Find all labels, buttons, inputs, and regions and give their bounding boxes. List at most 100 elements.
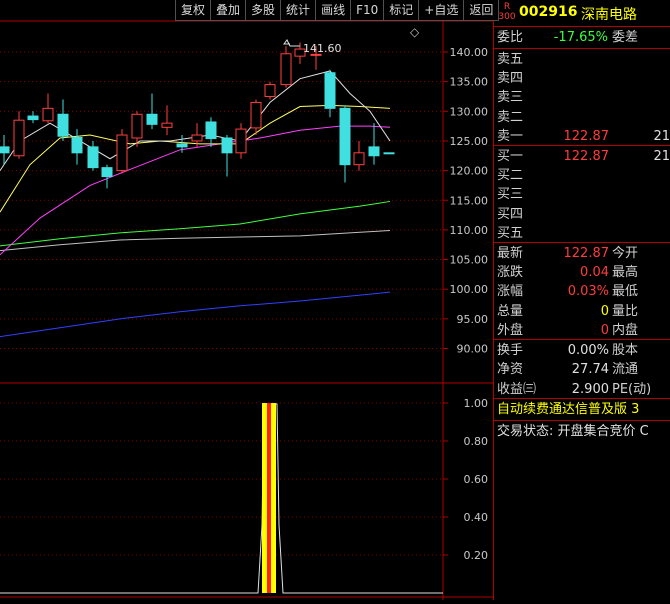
stat-label-2: 量比	[612, 303, 639, 319]
price-axis-label: 110.00	[450, 224, 489, 237]
toolbar-button[interactable]: 标记	[383, 0, 420, 21]
indicator-axis-label: 0.60	[464, 473, 489, 486]
r-badge-letter: R	[503, 2, 511, 12]
stat-label-2: 今开	[612, 246, 639, 261]
ma20-line	[0, 125, 391, 256]
candle-body	[146, 113, 158, 125]
toolbar-button[interactable]: 返回	[463, 0, 500, 21]
order-label: 买三	[497, 187, 524, 203]
candle-body	[131, 113, 143, 139]
order-volume: 21	[653, 128, 670, 144]
price-axis-label: 100.00	[450, 283, 489, 296]
kline-chart[interactable]: 140.00 135.00 130.00 125.00 120.00 115.00 110.…	[0, 0, 493, 600]
fin-label-2: 股本	[612, 343, 639, 358]
order-label: 卖二	[497, 109, 524, 125]
buy-row: 买二	[494, 165, 670, 186]
indicator-axis-label: 1.00	[464, 397, 489, 410]
ticker-text[interactable]: 自动续费通达信普及版 3	[494, 399, 670, 420]
price-axis-label: 135.00	[450, 76, 489, 89]
candle-body	[235, 128, 247, 154]
stat-value: 122.87	[563, 246, 610, 261]
toolbar-button[interactable]: 统计	[280, 0, 317, 21]
toolbar-button[interactable]: 多股	[245, 0, 282, 21]
candle-body	[353, 152, 365, 166]
indicator-axis-label: 0.20	[464, 549, 489, 562]
candle-body	[383, 152, 395, 155]
candle-body	[13, 119, 25, 157]
order-price: 122.87	[563, 149, 610, 164]
ma120-line	[0, 229, 391, 252]
candle-body	[280, 53, 292, 86]
stat-label: 外盘	[497, 322, 524, 338]
candle-body	[27, 115, 39, 121]
stock-name[interactable]: 深南电路	[581, 4, 637, 24]
price-axis-label: 130.00	[450, 105, 489, 118]
candle-body	[250, 101, 262, 129]
candle-body	[191, 134, 203, 142]
candle-body	[161, 122, 173, 128]
buy-row: 买一 122.87 21	[494, 146, 670, 167]
indicator-axis-label: 0.40	[464, 511, 489, 524]
price-axis-label: 140.00	[450, 46, 489, 59]
stat-value: 0.04	[580, 265, 609, 281]
stat-label: 总量	[497, 303, 524, 319]
sell-row: 卖二	[494, 107, 670, 128]
weibi-row: 委比 -17.65% 委差	[494, 27, 670, 48]
kline-chart-area[interactable]: 140.00 135.00 130.00 125.00 120.00 115.00 110.…	[0, 0, 493, 600]
price-axis-label: 90.00	[457, 343, 489, 356]
fin-value: 0.00%	[567, 343, 609, 358]
order-label: 卖五	[497, 52, 524, 67]
fin-row: 收益㈢ 2.900 PE(动)	[494, 379, 670, 400]
price-axis-label: 115.00	[450, 194, 489, 207]
candle-body	[339, 107, 351, 166]
stock-code[interactable]: 002916	[519, 4, 577, 20]
toolbar-button[interactable]: 叠加	[210, 0, 247, 21]
order-label: 买一	[497, 149, 524, 164]
r-badge: R 300	[498, 2, 516, 24]
fin-value: 2.900	[571, 381, 609, 397]
order-label: 买二	[497, 168, 524, 184]
toolbar-button[interactable]: 复权	[175, 0, 212, 21]
candle-body	[57, 113, 69, 137]
candle-body	[101, 167, 113, 178]
stat-value: 0.03%	[567, 284, 609, 300]
indicator-bar	[267, 403, 271, 593]
weicha-label: 委差	[612, 30, 639, 45]
indicator-bar	[262, 403, 267, 593]
stat-label-2: 最低	[612, 284, 639, 300]
ma60-line	[0, 200, 391, 247]
order-volume: 21	[653, 149, 670, 164]
fin-row: 换手 0.00% 股本	[494, 340, 670, 361]
stat-row: 涨幅 0.03% 最低	[494, 281, 670, 302]
price-axis-label: 105.00	[450, 254, 489, 267]
sell-row: 卖一 122.87 21	[494, 126, 670, 147]
order-price: 122.87	[563, 128, 610, 144]
max-price-pointer	[283, 39, 300, 47]
toolbar-button[interactable]: +自选	[418, 0, 465, 21]
stat-row: 外盘 0 内盘	[494, 320, 670, 341]
order-label: 买四	[497, 206, 524, 222]
max-price-label: 141.60	[303, 42, 342, 55]
fin-label: 收益㈢	[497, 381, 537, 397]
buy-row: 买三	[494, 184, 670, 205]
stat-label: 涨幅	[497, 284, 524, 300]
price-axis-label: 120.00	[450, 165, 489, 178]
candle-body	[264, 84, 276, 97]
fin-label-2: PE(动)	[612, 381, 652, 397]
stat-row: 涨跌 0.04 最高	[494, 262, 670, 283]
toolbar-button[interactable]: 画线	[315, 0, 352, 21]
stock-header: R 300 002916 深南电路	[494, 0, 670, 26]
price-axis-label: 125.00	[450, 135, 489, 148]
chart-toolbar: 复权 叠加 多股 统计 画线 F10 标记 +自选 返回	[175, 0, 500, 21]
candle-body	[116, 134, 128, 172]
candle-body	[324, 72, 336, 109]
order-label: 卖一	[497, 128, 524, 144]
stat-label: 涨跌	[497, 265, 524, 281]
toolbar-button[interactable]: F10	[350, 0, 385, 21]
stat-row: 总量 0 量比	[494, 301, 670, 322]
candle-body	[221, 137, 233, 154]
candle-body	[0, 146, 10, 154]
indicator-line	[0, 403, 443, 594]
weibi-value: -17.65%	[553, 30, 608, 45]
price-axis-label: 95.00	[457, 313, 489, 326]
